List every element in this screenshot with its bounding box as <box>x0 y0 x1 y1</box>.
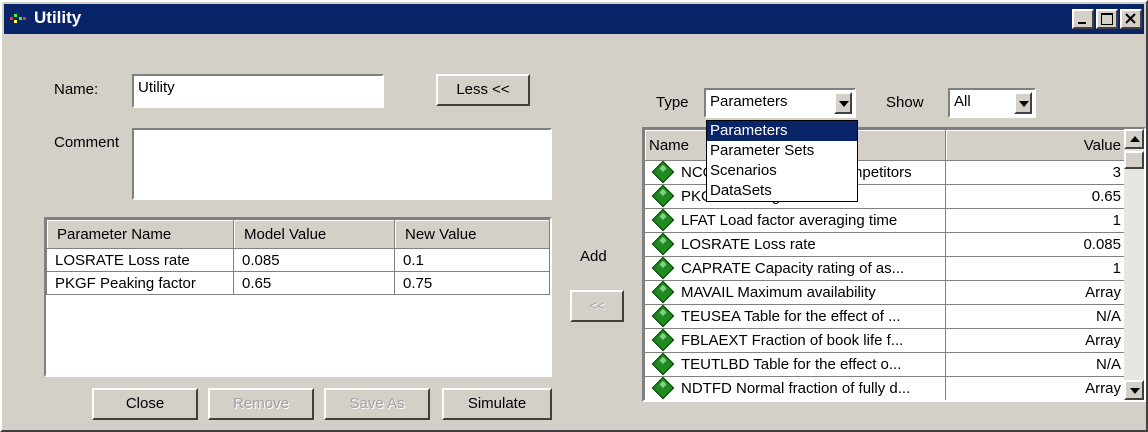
column-header-new-value[interactable]: New Value <box>394 219 550 249</box>
column-header-parameter-name[interactable]: Parameter Name <box>46 219 234 249</box>
scroll-down-button[interactable] <box>1124 380 1144 400</box>
parameter-diamond-icon <box>651 161 675 184</box>
dropdown-option-datasets[interactable]: DataSets <box>707 181 857 201</box>
close-icon[interactable] <box>1120 9 1142 29</box>
table-row[interactable]: MAVAIL Maximum availability Array <box>644 280 1128 305</box>
new-value-cell[interactable]: 0.75 <box>394 271 550 295</box>
column-header-value[interactable]: Value <box>945 129 1128 161</box>
selected-parameters-table[interactable]: Parameter Name Model Value New Value LOS… <box>44 217 552 377</box>
parameter-name: LOSRATE Loss rate <box>681 235 816 253</box>
new-value-cell[interactable]: 0.1 <box>394 248 550 272</box>
type-dropdown-button[interactable] <box>834 92 852 114</box>
show-dropdown-button[interactable] <box>1014 92 1032 114</box>
arrow-down-icon <box>1130 388 1140 394</box>
name-label: Name: <box>54 81 99 98</box>
less-button[interactable]: Less << <box>436 74 530 106</box>
title-bar[interactable]: Utility <box>4 4 1144 34</box>
parameter-value: N/A <box>945 304 1128 329</box>
app-icon <box>10 14 26 23</box>
chevron-down-icon <box>1019 101 1029 107</box>
parameter-name: CAPRATE Capacity rating of as... <box>681 259 905 277</box>
parameter-diamond-icon <box>651 305 675 328</box>
remove-button[interactable]: Remove <box>208 388 314 420</box>
minimize-icon[interactable] <box>1072 9 1094 29</box>
show-select[interactable]: All <box>948 88 1036 118</box>
parameter-value: Array <box>945 280 1128 305</box>
parameter-name: TEUSEA Table for the effect of ... <box>681 307 901 325</box>
chevron-down-icon <box>839 101 849 107</box>
type-select[interactable]: Parameters <box>704 88 856 118</box>
parameter-name: FBLAEXT Fraction of book life f... <box>681 331 904 349</box>
parameter-name: TEUTLBD Table for the effect o... <box>681 355 902 373</box>
parameter-name-cell[interactable]: PKGF Peaking factor <box>46 271 234 295</box>
table-row[interactable]: CAPRATE Capacity rating of as... 1 <box>644 256 1128 281</box>
parameter-value: 1 <box>945 256 1128 281</box>
parameter-diamond-icon <box>651 233 675 256</box>
show-selected-value: All <box>954 93 971 110</box>
table-row[interactable]: LFAT Load factor averaging time 1 <box>644 208 1128 233</box>
column-header-model-value[interactable]: Model Value <box>233 219 395 249</box>
dropdown-option-parameters[interactable]: Parameters <box>707 121 857 141</box>
type-dropdown-list[interactable]: Parameters Parameter Sets Scenarios Data… <box>706 120 858 202</box>
table-row[interactable]: NDTFD Normal fraction of fully d... Array <box>644 376 1128 400</box>
name-field[interactable]: Utility <box>132 74 384 108</box>
window-title: Utility <box>34 8 82 27</box>
parameter-name: NDTFD Normal fraction of fully d... <box>681 379 911 397</box>
parameter-diamond-icon <box>651 281 675 304</box>
dropdown-option-scenarios[interactable]: Scenarios <box>707 161 857 181</box>
table-row[interactable]: PKGF Peaking factor 0.65 0.75 <box>46 271 550 295</box>
utility-window: Utility Name: Utility Less << Comment Pa… <box>0 0 1148 432</box>
model-value-cell[interactable]: 0.65 <box>233 271 395 295</box>
parameter-value: 0.085 <box>945 232 1128 257</box>
parameter-name: LFAT Load factor averaging time <box>681 211 898 229</box>
parameter-diamond-icon <box>651 329 675 352</box>
dropdown-option-parameter-sets[interactable]: Parameter Sets <box>707 141 857 161</box>
save-as-button[interactable]: Save As <box>324 388 430 420</box>
comment-field[interactable] <box>132 128 552 200</box>
parameter-value: 0.65 <box>945 184 1128 209</box>
parameter-value: N/A <box>945 352 1128 377</box>
type-selected-value: Parameters <box>710 93 788 110</box>
table-row[interactable]: TEUSEA Table for the effect of ... N/A <box>644 304 1128 329</box>
model-value-cell[interactable]: 0.085 <box>233 248 395 272</box>
add-label: Add <box>580 248 607 265</box>
table-row[interactable]: LOSRATE Loss rate 0.085 <box>644 232 1128 257</box>
parameter-diamond-icon <box>651 257 675 280</box>
table-row[interactable]: FBLAEXT Fraction of book life f... Array <box>644 328 1128 353</box>
parameter-diamond-icon <box>651 209 675 232</box>
parameter-diamond-icon <box>651 185 675 208</box>
close-button[interactable]: Close <box>92 388 198 420</box>
name-value: Utility <box>138 79 175 96</box>
parameter-value: 1 <box>945 208 1128 233</box>
parameter-name-cell[interactable]: LOSRATE Loss rate <box>46 248 234 272</box>
add-button[interactable]: << <box>570 290 624 322</box>
scroll-up-button[interactable] <box>1124 129 1144 149</box>
parameter-diamond-icon <box>651 353 675 376</box>
parameter-name: MAVAIL Maximum availability <box>681 283 876 301</box>
comment-label: Comment <box>54 134 120 151</box>
parameter-value: 3 <box>945 160 1128 185</box>
parameter-value: Array <box>945 328 1128 353</box>
show-label: Show <box>886 94 924 111</box>
parameter-diamond-icon <box>651 377 675 400</box>
type-label: Type <box>656 94 689 111</box>
arrow-up-icon <box>1130 136 1140 142</box>
maximize-icon[interactable] <box>1096 9 1118 29</box>
simulate-button[interactable]: Simulate <box>442 388 552 420</box>
vertical-scrollbar[interactable] <box>1124 129 1144 400</box>
parameter-value: Array <box>945 376 1128 400</box>
table-row[interactable]: LOSRATE Loss rate 0.085 0.1 <box>46 248 550 272</box>
scroll-thumb[interactable] <box>1124 151 1144 169</box>
table-row[interactable]: TEUTLBD Table for the effect o... N/A <box>644 352 1128 377</box>
